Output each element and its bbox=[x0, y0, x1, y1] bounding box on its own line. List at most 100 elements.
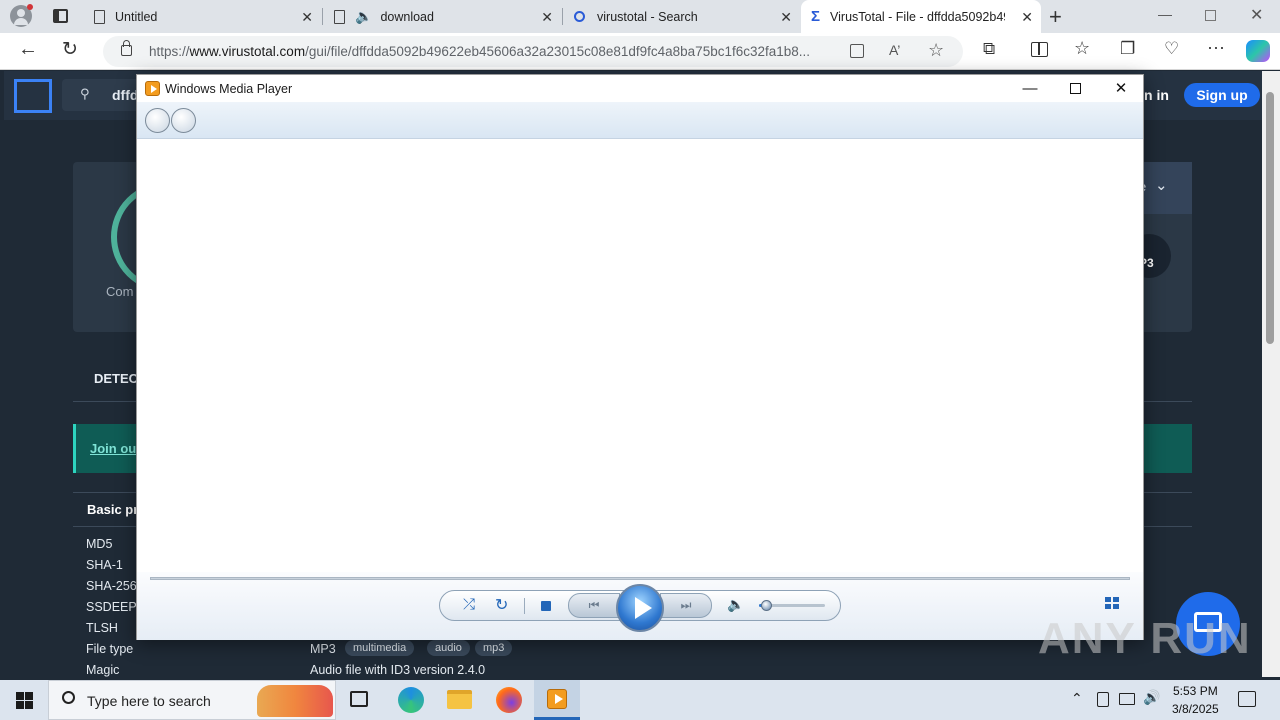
prop-key: File type bbox=[86, 642, 134, 656]
join-link[interactable]: Join ou bbox=[90, 441, 136, 456]
prop-key: SSDEEP bbox=[86, 600, 137, 614]
collections-icon[interactable]: ❐ bbox=[1120, 39, 1135, 59]
switch-to-now-playing-icon[interactable] bbox=[1105, 597, 1121, 611]
back-button[interactable] bbox=[145, 108, 170, 133]
community-label: Com bbox=[106, 284, 134, 299]
tab-title: VirusTotal - File - dffdda5092b49 bbox=[830, 9, 1006, 24]
file-tag[interactable]: audio bbox=[427, 640, 470, 656]
wmp-app-icon bbox=[145, 81, 160, 96]
new-tab-button[interactable]: + bbox=[1049, 4, 1062, 30]
address-bar[interactable]: https://www.virustotal.com/gui/file/dffd… bbox=[103, 36, 963, 67]
tab-untitled[interactable]: Untitled ✕ bbox=[84, 0, 321, 33]
virustotal-icon: Σ bbox=[811, 8, 821, 25]
file-type-value: MP3 bbox=[310, 642, 336, 656]
prop-key: Magic bbox=[86, 663, 120, 677]
network-icon[interactable] bbox=[1119, 693, 1135, 705]
close-icon[interactable]: ✕ bbox=[301, 9, 313, 26]
volume-slider[interactable] bbox=[759, 600, 825, 611]
read-aloud-icon[interactable]: A’ bbox=[889, 42, 900, 58]
volume-thumb[interactable] bbox=[761, 600, 772, 611]
virustotal-logo-icon[interactable] bbox=[14, 79, 52, 113]
copilot-icon[interactable] bbox=[1246, 40, 1270, 62]
tab-virustotal-file[interactable]: Σ VirusTotal - File - dffdda5092b49 ✕ bbox=[801, 0, 1041, 33]
extensions-icon[interactable]: ⧉ bbox=[983, 39, 995, 59]
stop-icon[interactable] bbox=[541, 601, 551, 611]
previous-button[interactable]: ⏮ bbox=[568, 593, 620, 618]
browser-toolbar: ← ↻ https://www.virustotal.com/gui/file/… bbox=[0, 33, 1280, 70]
file-explorer-icon[interactable] bbox=[447, 690, 472, 709]
document-icon bbox=[334, 9, 345, 24]
tab-title: download bbox=[380, 9, 434, 24]
wmp-taskbar-button[interactable] bbox=[534, 680, 580, 720]
volume-icon[interactable]: 🔊 bbox=[1143, 689, 1160, 706]
wmp-controls: ⤮ ↻ ⏮ ⏭ 🔈 bbox=[137, 572, 1143, 640]
clock-date[interactable]: 3/8/2025 bbox=[1172, 702, 1219, 716]
profile-avatar-icon[interactable] bbox=[10, 4, 33, 27]
close-icon[interactable]: ✕ bbox=[541, 9, 553, 26]
sign-in-link[interactable]: n in bbox=[1144, 87, 1169, 103]
show-hidden-icons-chevron-icon[interactable]: ⌃ bbox=[1071, 690, 1083, 707]
sign-up-button[interactable]: Sign up bbox=[1184, 83, 1260, 107]
close-icon[interactable]: ✕ bbox=[1021, 9, 1033, 26]
browser-essentials-icon[interactable]: ♡ bbox=[1164, 39, 1179, 59]
notifications-icon[interactable] bbox=[1238, 691, 1256, 707]
wmp-title-bar[interactable]: Windows Media Player — ✕ bbox=[137, 75, 1143, 102]
tab-detection[interactable]: DETEC bbox=[94, 371, 138, 386]
scrollbar-thumb[interactable] bbox=[1266, 92, 1274, 344]
browser-tab-strip: Untitled ✕ 🔈 download ✕ virustotal - Sea… bbox=[0, 0, 1280, 33]
play-icon bbox=[635, 597, 652, 619]
chevron-down-icon[interactable]: ⌄ bbox=[1155, 176, 1168, 194]
search-highlight-image bbox=[257, 685, 333, 717]
prop-key: TLSH bbox=[86, 621, 118, 635]
firefox-icon[interactable] bbox=[496, 687, 522, 713]
windows-taskbar: Type here to search ⌃ 🔊 5:53 PM 3/8/2025 bbox=[0, 680, 1280, 720]
clock-time[interactable]: 5:53 PM bbox=[1173, 684, 1218, 698]
repeat-icon[interactable]: ↻ bbox=[495, 595, 508, 615]
tab-title: virustotal - Search bbox=[597, 9, 698, 24]
anyrun-watermark: ANY RUN bbox=[1038, 614, 1252, 663]
minimize-button[interactable]: — bbox=[1158, 6, 1172, 22]
battery-icon[interactable] bbox=[1097, 692, 1109, 707]
edge-icon[interactable] bbox=[398, 687, 424, 713]
close-icon[interactable]: ✕ bbox=[780, 9, 792, 26]
forward-button[interactable] bbox=[171, 108, 196, 133]
search-icon: ⚲ bbox=[80, 86, 90, 101]
start-windows-icon[interactable] bbox=[16, 692, 33, 709]
wmp-navigation-bar bbox=[137, 102, 1143, 139]
wmp-video-area bbox=[137, 139, 1143, 572]
more-menu-icon[interactable]: ··· bbox=[1207, 37, 1225, 58]
wmp-minimize-button[interactable]: — bbox=[1007, 78, 1053, 100]
windows-media-player-window: Windows Media Player — ✕ ⤮ ↻ ⏮ ⏭ 🔈 bbox=[136, 74, 1144, 640]
back-arrow-icon[interactable]: ← bbox=[18, 38, 38, 61]
app-available-icon[interactable] bbox=[850, 44, 864, 58]
refresh-icon[interactable]: ↻ bbox=[62, 38, 78, 61]
mute-speaker-icon[interactable]: 🔈 bbox=[727, 596, 744, 613]
prop-key: SHA-1 bbox=[86, 558, 123, 572]
wmp-close-button[interactable]: ✕ bbox=[1098, 78, 1144, 100]
tab-title: Untitled bbox=[115, 9, 158, 24]
basic-properties-heading: Basic pr bbox=[87, 502, 139, 517]
taskbar-search-input[interactable]: Type here to search bbox=[48, 680, 336, 720]
seek-bar[interactable] bbox=[150, 577, 1130, 580]
speaker-icon: 🔈 bbox=[355, 8, 373, 24]
task-view-icon[interactable] bbox=[350, 691, 368, 707]
split-screen-icon[interactable] bbox=[1031, 42, 1048, 57]
file-tag[interactable]: multimedia bbox=[345, 640, 415, 656]
file-tag[interactable]: mp3 bbox=[475, 640, 513, 656]
close-window-button[interactable]: ✕ bbox=[1250, 5, 1263, 25]
wmp-taskbar-icon bbox=[547, 689, 567, 709]
wmp-maximize-button[interactable] bbox=[1052, 78, 1098, 100]
tab-download[interactable]: 🔈 download ✕ bbox=[324, 0, 561, 33]
search-icon bbox=[574, 11, 585, 22]
play-button[interactable] bbox=[616, 584, 664, 632]
prop-key: SHA-256 bbox=[86, 579, 137, 593]
favorites-icon[interactable]: ☆ bbox=[1074, 38, 1090, 59]
shuffle-icon[interactable]: ⤮ bbox=[463, 596, 475, 613]
next-button[interactable]: ⏭ bbox=[660, 593, 712, 618]
tab-actions-icon[interactable] bbox=[53, 9, 68, 23]
tab-virustotal-search[interactable]: virustotal - Search ✕ bbox=[564, 0, 800, 33]
restore-button[interactable] bbox=[1205, 10, 1216, 21]
favorite-star-icon[interactable]: ☆ bbox=[928, 40, 944, 61]
document-icon bbox=[94, 9, 105, 24]
vt-search-input[interactable]: ⚲ dffd bbox=[62, 79, 142, 111]
